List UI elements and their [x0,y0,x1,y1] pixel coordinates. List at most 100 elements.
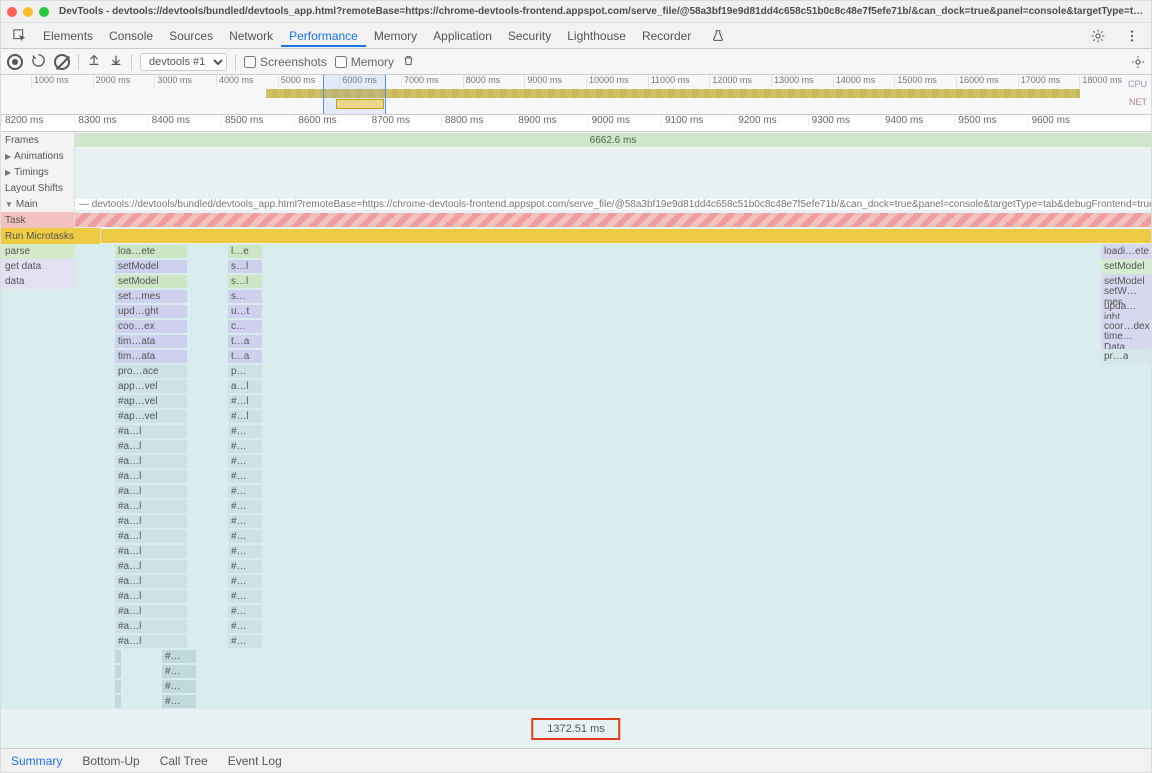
flame-segment[interactable]: #… [228,470,262,483]
track-main[interactable]: ▼Main — devtools://devtools/bundled/devt… [1,196,1151,212]
flame-segment[interactable]: #… [228,605,262,618]
stack-row[interactable]: tim…atat…a [1,334,1151,349]
stack-row[interactable]: #a…l #… [1,634,1151,649]
tab-memory[interactable]: Memory [366,25,425,47]
flame-segment[interactable]: c… [228,320,262,333]
flame-segment[interactable] [115,650,121,663]
flask-icon[interactable] [703,25,733,47]
capture-settings-gear-icon[interactable] [1131,55,1145,69]
flame-segment[interactable]: #… [228,620,262,633]
stack-row[interactable]: upd…ght u…t [1,304,1151,319]
stack-row[interactable]: #a…l #… [1,514,1151,529]
stack-row[interactable]: #a…l #… [1,484,1151,499]
flame-segment[interactable]: setModel [115,260,187,273]
overview-minimap[interactable]: 1000 ms2000 ms3000 ms4000 ms5000 ms6000 … [1,75,1151,115]
stack-row[interactable]: #a…l #… [1,529,1151,544]
stack-row[interactable]: parseloa…etel…e [1,244,1151,259]
tab-console[interactable]: Console [101,25,161,47]
tab-bottom-up[interactable]: Bottom-Up [72,750,149,772]
stack-row[interactable]: app…vela…l [1,379,1151,394]
flame-segment[interactable]: #a…l [115,485,187,498]
stack-row[interactable]: #a…l#… [1,499,1151,514]
stack-row[interactable]: #a…l#… [1,439,1151,454]
flame-segment[interactable]: #a…l [115,620,187,633]
tab-lighthouse[interactable]: Lighthouse [559,25,634,47]
flame-segment[interactable]: t…a [228,350,262,363]
flame-segment[interactable]: #a…l [115,515,187,528]
flame-segment[interactable] [115,695,121,708]
flame-segment[interactable]: #… [228,545,262,558]
flame-segment[interactable]: #a…l [115,605,187,618]
stack-row[interactable]: coo…ex c… [1,319,1151,334]
flame-segment[interactable]: s…l [228,275,262,288]
flame-segment[interactable]: #… [228,575,262,588]
flame-segment[interactable]: #a…l [115,635,187,648]
flame-segment[interactable]: p… [228,365,262,378]
stack-row[interactable]: #ap…vel#…l [1,394,1151,409]
flame-segment[interactable]: #… [228,530,262,543]
flame-segment[interactable]: #… [162,680,196,693]
stack-row[interactable]: #a…l #… [1,619,1151,634]
flame-segment[interactable]: tim…ata [115,350,187,363]
stack-row[interactable]: #a…l #… [1,424,1151,439]
stack-row[interactable]: #a…l #… [1,559,1151,574]
flame-segment[interactable]: #a…l [115,530,187,543]
stack-row[interactable]: #… [1,679,1151,694]
flame-segment[interactable]: setModel [115,275,187,288]
stack-row[interactable]: datasetModels…l [1,274,1151,289]
stack-row[interactable]: #a…l #… [1,469,1151,484]
flame-segment[interactable]: t…a [228,335,262,348]
screenshots-checkbox[interactable] [244,56,256,68]
stack-row[interactable]: get datasetModels…l [1,259,1151,274]
flame-segment[interactable]: #… [228,425,262,438]
stack-row[interactable]: #ap…vel#…l [1,409,1151,424]
tab-application[interactable]: Application [425,25,500,47]
flame-segment[interactable] [115,665,121,678]
flame-segment[interactable]: #a…l [115,425,187,438]
flame-segment[interactable]: #a…l [115,440,187,453]
flame-segment[interactable]: coo…ex [115,320,187,333]
flame-segment[interactable]: l…e [228,245,262,258]
memory-toggle[interactable]: Memory [335,55,394,69]
stack-row[interactable]: #… [1,694,1151,709]
flame-segment[interactable]: #a…l [115,575,187,588]
flame-segment[interactable]: #… [228,515,262,528]
profile-select[interactable]: devtools #1 [140,53,227,71]
track-animations[interactable]: ▶Animations [1,148,1151,164]
task-row[interactable]: Task [1,212,1151,228]
flame-segment[interactable]: u…t [228,305,262,318]
flame-segment[interactable]: #… [228,635,262,648]
flame-segment[interactable]: #… [228,455,262,468]
tab-recorder[interactable]: Recorder [634,25,699,47]
kebab-menu-icon[interactable] [1117,25,1147,47]
flame-segment-next[interactable]: pr…a [1101,349,1151,364]
load-profile-button[interactable] [87,53,101,70]
flame-segment-next[interactable]: time…Data [1101,334,1151,349]
flame-segment[interactable]: upd…ght [115,305,187,318]
flame-segment-next[interactable]: setModel [1101,259,1151,274]
stack-row[interactable]: #a…l#… [1,589,1151,604]
flame-segment[interactable]: #… [228,560,262,573]
overview-selection-handles[interactable] [323,75,386,114]
flame-segment[interactable]: #a…l [115,560,187,573]
flame-segment[interactable]: #a…l [115,470,187,483]
stack-row[interactable]: pro…acep… [1,364,1151,379]
close-window-button[interactable] [7,7,17,17]
flame-segment[interactable]: #… [228,485,262,498]
reload-record-button[interactable] [31,53,46,71]
flame-segment[interactable]: #…l [228,410,262,423]
flame-segment[interactable]: #… [228,500,262,513]
flame-segment[interactable]: #a…l [115,455,187,468]
tab-performance[interactable]: Performance [281,25,366,47]
flame-segment[interactable]: #… [162,695,196,708]
flame-segment[interactable]: #… [162,650,196,663]
tab-summary[interactable]: Summary [1,750,72,772]
track-frames[interactable]: Frames 6662.6 ms [1,132,1151,148]
settings-gear-icon[interactable] [1083,25,1113,47]
flame-segment[interactable]: #a…l [115,545,187,558]
stack-row[interactable]: #a…l #… [1,454,1151,469]
tab-call-tree[interactable]: Call Tree [150,750,218,772]
flame-segment[interactable]: #a…l [115,590,187,603]
minimize-window-button[interactable] [23,7,33,17]
tab-network[interactable]: Network [221,25,281,47]
